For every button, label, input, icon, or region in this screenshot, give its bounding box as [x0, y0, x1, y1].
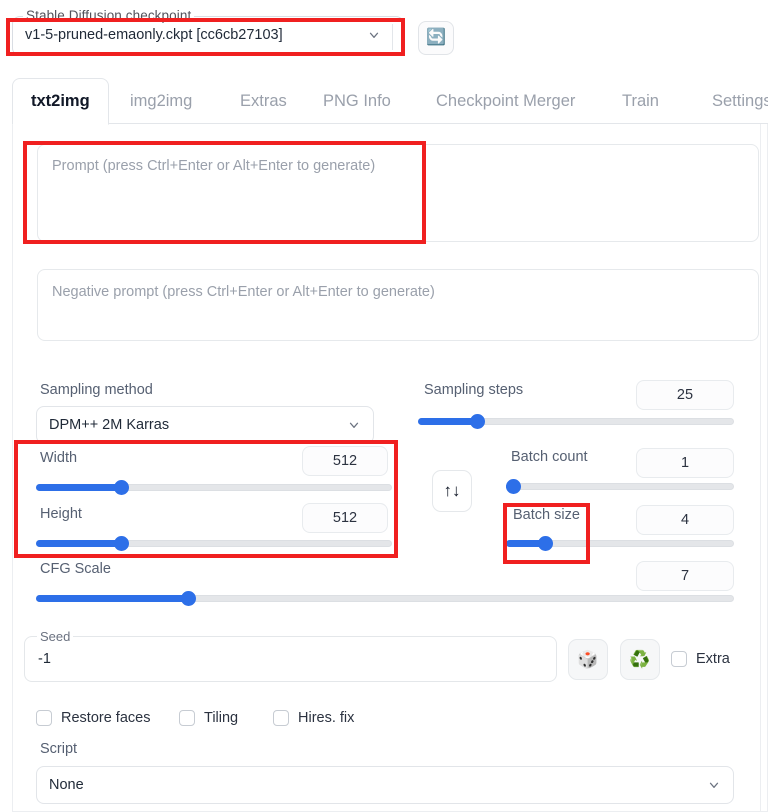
tiling-checkbox[interactable]: Tiling	[179, 710, 238, 726]
slider-knob[interactable]	[470, 414, 486, 429]
tab-extras[interactable]: Extras	[240, 78, 287, 124]
tab-png-info[interactable]: PNG Info	[323, 78, 391, 124]
refresh-icon: 🔄	[426, 29, 446, 46]
negative-prompt-placeholder: Negative prompt (press Ctrl+Enter or Alt…	[52, 284, 435, 300]
tab-label: Checkpoint Merger	[436, 91, 576, 110]
width-value: 512	[332, 453, 358, 469]
checkbox-box[interactable]	[179, 710, 195, 726]
height-value-input[interactable]: 512	[302, 503, 388, 533]
batch-size-slider[interactable]	[506, 536, 734, 551]
seed-label: Seed	[37, 629, 74, 644]
tab-label: img2img	[130, 91, 193, 110]
tab-train[interactable]: Train	[622, 78, 659, 124]
sampling-method-dropdown[interactable]: DPM++ 2M Karras	[36, 406, 374, 444]
batch-size-value-input[interactable]: 4	[636, 505, 734, 535]
prompt-placeholder: Prompt (press Ctrl+Enter or Alt+Enter to…	[52, 158, 376, 174]
tiling-label: Tiling	[204, 710, 239, 726]
cfg-scale-label: CFG Scale	[40, 561, 111, 577]
tab-label: txt2img	[31, 92, 90, 110]
slider-fill	[418, 418, 479, 425]
main-tabbar: txt2img img2img Extras PNG Info Checkpoi…	[12, 78, 768, 125]
tab-label: PNG Info	[323, 91, 391, 110]
checkpoint-dropdown[interactable]: Stable Diffusion checkpoint v1-5-pruned-…	[12, 8, 404, 56]
hires-fix-label: Hires. fix	[298, 710, 355, 726]
batch-count-slider[interactable]	[506, 479, 734, 494]
height-slider[interactable]	[36, 536, 392, 551]
tab-label: Extras	[240, 91, 287, 110]
script-value: None	[49, 777, 84, 793]
restore-faces-checkbox[interactable]: Restore faces	[36, 710, 150, 726]
batch-size-value: 4	[680, 512, 690, 528]
slider-knob[interactable]	[181, 591, 197, 606]
app-root: Stable Diffusion checkpoint v1-5-pruned-…	[0, 0, 768, 812]
slider-knob[interactable]	[114, 536, 130, 551]
slider-fill	[36, 484, 125, 491]
tab-img2img[interactable]: img2img	[130, 78, 192, 124]
tab-settings[interactable]: Settings	[712, 78, 768, 124]
restore-faces-label: Restore faces	[61, 710, 151, 726]
tab-txt2img[interactable]: txt2img	[12, 78, 109, 125]
chevron-down-icon	[709, 782, 719, 788]
swap-dimensions-button[interactable]: ↑↓	[432, 470, 472, 512]
width-value-input[interactable]: 512	[302, 446, 388, 476]
checkbox-box[interactable]	[273, 710, 289, 726]
slider-knob[interactable]	[506, 479, 521, 494]
script-dropdown[interactable]: None	[36, 766, 734, 804]
sampling-method-value: DPM++ 2M Karras	[49, 417, 170, 433]
sampling-method-label: Sampling method	[40, 382, 153, 398]
chevron-down-icon	[369, 32, 379, 38]
checkpoint-divider	[392, 24, 393, 50]
seed-value: -1	[38, 651, 51, 667]
batch-count-value-input[interactable]: 1	[636, 448, 734, 478]
sampling-steps-value-input[interactable]: 25	[636, 380, 734, 410]
batch-count-label: Batch count	[511, 449, 588, 465]
reuse-seed-button[interactable]: ♻️	[620, 639, 660, 680]
width-label: Width	[40, 450, 78, 466]
checkpoint-row: Stable Diffusion checkpoint v1-5-pruned-…	[12, 8, 472, 64]
checkpoint-value: v1-5-pruned-emaonly.ckpt [cc6cb27103]	[25, 27, 283, 43]
tab-label: Train	[622, 91, 659, 110]
checkpoint-label: Stable Diffusion checkpoint	[23, 8, 195, 23]
height-value: 512	[332, 510, 358, 526]
height-label: Height	[40, 506, 82, 522]
extra-seed-label: Extra	[696, 651, 730, 667]
sampling-steps-label: Sampling steps	[424, 382, 524, 398]
negative-prompt-textarea[interactable]: Negative prompt (press Ctrl+Enter or Alt…	[37, 269, 759, 341]
tab-label: Settings	[712, 91, 768, 110]
seed-input[interactable]: Seed -1	[24, 629, 557, 682]
sampling-steps-slider[interactable]	[418, 414, 734, 429]
refresh-checkpoints-button[interactable]: 🔄	[418, 21, 454, 55]
slider-fill	[36, 595, 190, 602]
prompt-textarea[interactable]: Prompt (press Ctrl+Enter or Alt+Enter to…	[37, 144, 759, 242]
sampling-steps-value: 25	[676, 387, 694, 403]
slider-track	[506, 483, 734, 490]
script-label: Script	[40, 741, 78, 757]
hires-fix-checkbox[interactable]: Hires. fix	[273, 710, 354, 726]
batch-size-label: Batch size	[513, 507, 580, 523]
panel-right-edge	[760, 124, 761, 812]
cfg-scale-value: 7	[680, 568, 690, 584]
checkbox-box[interactable]	[36, 710, 52, 726]
extra-seed-checkbox[interactable]: Extra	[671, 651, 730, 667]
width-slider[interactable]	[36, 480, 392, 495]
slider-fill	[36, 540, 125, 547]
recycle-icon: ♻️	[629, 650, 651, 669]
batch-count-value: 1	[680, 455, 690, 471]
cfg-scale-slider[interactable]	[36, 591, 734, 606]
tab-checkpoint-merger[interactable]: Checkpoint Merger	[436, 78, 575, 124]
dice-icon: 🎲	[577, 650, 599, 669]
checkbox-box[interactable]	[671, 651, 687, 667]
slider-knob[interactable]	[537, 536, 553, 551]
chevron-down-icon	[349, 422, 359, 428]
swap-arrows-icon: ↑↓	[443, 481, 461, 500]
slider-knob[interactable]	[114, 480, 130, 495]
random-seed-button[interactable]: 🎲	[568, 639, 608, 680]
cfg-scale-value-input[interactable]: 7	[636, 561, 734, 591]
